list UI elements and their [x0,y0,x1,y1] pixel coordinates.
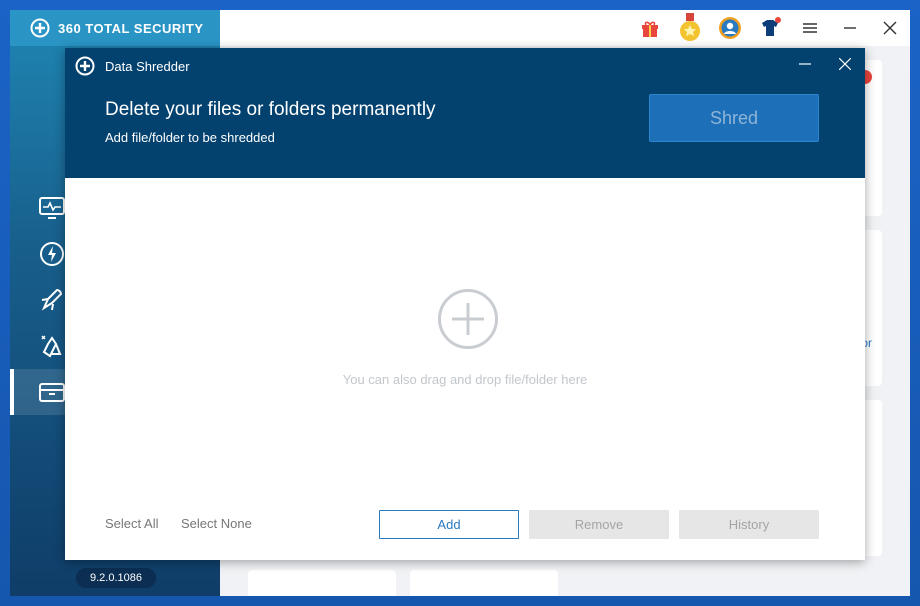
medal-icon [680,13,700,41]
rocket-icon [41,288,63,311]
dialog-title: Data Shredder [105,58,190,74]
dialog-titlebar: Data Shredder [75,56,190,76]
360-logo-icon [75,56,95,76]
history-button[interactable]: History [679,510,819,539]
menu-button[interactable] [790,10,830,46]
close-button[interactable] [870,10,910,46]
skin-button[interactable] [750,10,790,46]
dialog-close-button[interactable] [833,54,857,74]
bg-card-4 [248,570,396,596]
top-icons [630,10,910,46]
monitor-icon [39,197,65,219]
dialog-minimize-button[interactable] [793,54,817,74]
close-icon [883,21,897,35]
drop-zone[interactable]: You can also drag and drop file/folder h… [65,178,865,498]
version-badge: 9.2.0.1086 [76,568,156,588]
toolbox-icon [39,383,65,402]
menu-icon [803,23,817,33]
data-shredder-dialog: Data Shredder Delete your files or folde… [65,48,865,560]
minimize-icon [799,63,811,65]
close-icon [839,58,851,70]
user-button[interactable] [710,10,750,46]
360-logo-icon [30,18,50,38]
dialog-header: Data Shredder Delete your files or folde… [65,48,865,178]
add-circle-icon[interactable] [437,288,499,350]
app-logo-bar: 360 TOTAL SECURITY [10,10,220,46]
add-button[interactable]: Add [379,510,519,539]
dialog-headline: Delete your files or folders permanently [105,99,436,120]
cleanup-icon [41,335,62,358]
dialog-subline: Add file/folder to be shredded [105,130,275,145]
app-topbar [220,10,910,46]
speedup-icon [40,242,64,266]
tshirt-icon [762,17,781,36]
user-icon [719,17,741,39]
gift-button[interactable] [630,10,670,46]
drop-hint: You can also drag and drop file/folder h… [342,372,588,387]
select-all-link[interactable]: Select All [105,516,158,531]
minimize-button[interactable] [830,10,870,46]
minimize-icon [844,27,856,29]
app-logo-text: 360 TOTAL SECURITY [58,20,204,36]
medal-button[interactable] [670,10,710,46]
gift-icon [642,21,658,37]
select-none-link[interactable]: Select None [181,516,252,531]
remove-button[interactable]: Remove [529,510,669,539]
shred-button[interactable]: Shred [649,94,819,142]
bg-card-5 [410,570,558,596]
